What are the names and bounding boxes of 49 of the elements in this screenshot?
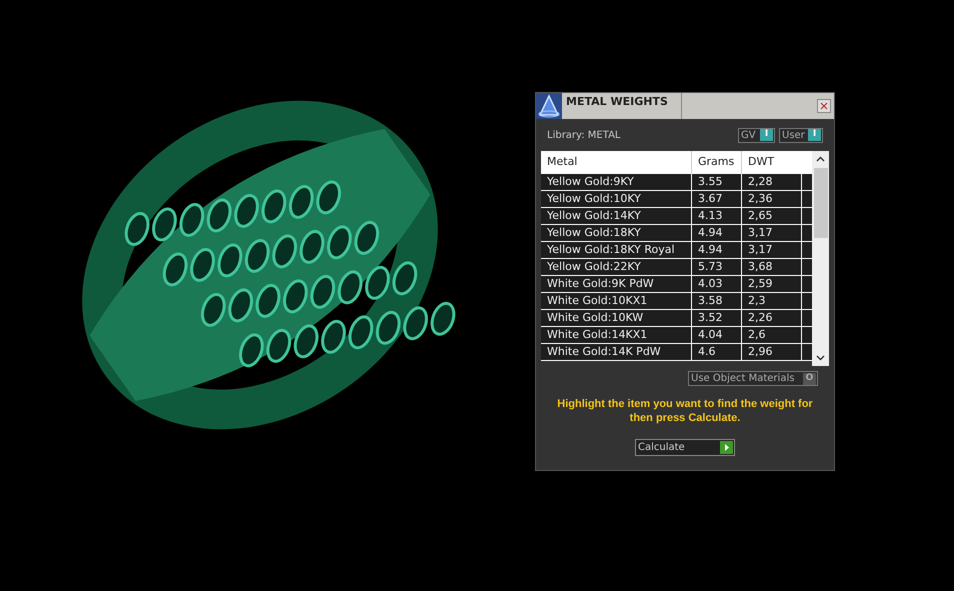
table-cell: 4.94 xyxy=(691,225,741,241)
play-icon xyxy=(720,441,733,454)
table-cell: 2,3 xyxy=(741,293,801,309)
table-cell-text: White Gold:9K PdW xyxy=(546,276,655,292)
toggle-button[interactable]: Use Object Materials O xyxy=(688,371,818,386)
table-cell: 3.58 xyxy=(691,293,741,309)
table-cell: 4.94 xyxy=(691,242,741,258)
table-cell: 2,6 xyxy=(741,327,801,343)
table-cell: 4.6 xyxy=(691,344,741,360)
library-label: Library: METAL xyxy=(547,128,620,142)
table-cell: 4.03 xyxy=(691,276,741,292)
instruction-text: Highlight the item you want to find the weight for then press Calculate. xyxy=(556,397,814,425)
table-cell-text: White Gold:14KX1 xyxy=(546,327,648,343)
table-cell-text: Yellow Gold:18KY xyxy=(546,225,642,241)
table-cell: 3,17 xyxy=(741,242,801,258)
table-cell-text: Yellow Gold:10KY xyxy=(546,191,642,207)
table-cell: 4.13 xyxy=(691,208,741,224)
table-cell-text: White Gold:14K PdW xyxy=(546,344,662,360)
table-cell: 3.67 xyxy=(691,191,741,207)
table-cell: 5.73 xyxy=(691,259,741,275)
scrollbar[interactable] xyxy=(812,151,829,366)
close-icon xyxy=(820,102,828,110)
toggle-button[interactable]: User I xyxy=(779,128,823,142)
table-cell: 2,26 xyxy=(741,310,801,326)
table-cell: 2,28 xyxy=(741,174,801,190)
table-cell: 2,36 xyxy=(741,191,801,207)
table-cell-text: Yellow Gold:14KY xyxy=(546,208,642,224)
toggle-button[interactable]: GV I xyxy=(738,128,775,142)
table-cell: 2,96 xyxy=(741,344,801,360)
scroll-down-icon xyxy=(816,355,825,361)
table-cell: 2,65 xyxy=(741,208,801,224)
pyramid-icon xyxy=(536,93,562,119)
table-cell: 2,59 xyxy=(741,276,801,292)
table-cell: 3,68 xyxy=(741,259,801,275)
table-cell: 4.04 xyxy=(691,327,741,343)
table-cell-text: Yellow Gold:22KY xyxy=(546,259,642,275)
table-cell: 3.55 xyxy=(691,174,741,190)
scroll-up-icon xyxy=(816,156,825,162)
table-cell: 3.52 xyxy=(691,310,741,326)
table-cell-text: White Gold:10KW xyxy=(546,310,644,326)
close-button[interactable] xyxy=(817,99,831,113)
scrollbar-thumb[interactable] xyxy=(814,168,828,238)
column-header[interactable]: Metal xyxy=(541,151,691,174)
table-cell-text: Yellow Gold:18KY Royal xyxy=(546,242,676,258)
table-cell-text: White Gold:10KX1 xyxy=(546,293,648,309)
table-cell-text: Yellow Gold:9KY xyxy=(546,174,635,190)
calculate-button[interactable]: Calculate xyxy=(635,439,735,456)
window-title: METAL WEIGHTS xyxy=(566,94,668,110)
table-cell: 3,17 xyxy=(741,225,801,241)
